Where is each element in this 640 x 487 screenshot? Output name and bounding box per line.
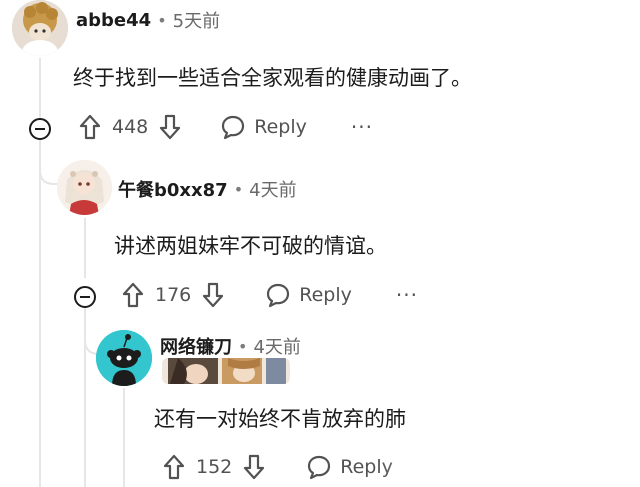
vote-count: 152 [196, 456, 233, 478]
thread-line[interactable] [123, 388, 125, 487]
meta-separator: • [238, 336, 248, 356]
timestamp[interactable]: 4天前 [249, 176, 296, 202]
downvote-icon[interactable] [242, 454, 266, 480]
thread-line[interactable] [39, 58, 41, 118]
username[interactable]: 午餐b0xx87 [118, 176, 228, 202]
collapse-icon[interactable] [29, 118, 51, 140]
avatar[interactable] [96, 330, 152, 386]
collapse-icon[interactable] [74, 286, 96, 308]
comment-text: 讲述两姐妹牢不可破的情谊。 [114, 234, 387, 258]
snoo-avatar-icon [96, 330, 152, 386]
comment-text: 终于找到一些适合全家观看的健康动画了。 [73, 66, 472, 90]
timestamp[interactable]: 4天前 [253, 333, 300, 359]
more-icon[interactable]: ··· [396, 283, 418, 307]
username[interactable]: 网络镰刀 [160, 333, 232, 359]
avatar-image [12, 0, 68, 56]
upvote-icon[interactable] [78, 114, 102, 140]
avatar[interactable] [12, 0, 68, 56]
reply-icon [220, 114, 246, 140]
thread-line[interactable] [39, 142, 41, 487]
upvote-icon[interactable] [121, 282, 145, 308]
upvote-icon[interactable] [162, 454, 186, 480]
reply-label: Reply [299, 284, 352, 306]
downvote-icon[interactable] [158, 114, 182, 140]
thread-line[interactable] [84, 218, 86, 278]
comment-header: abbe44 • 5天前 [76, 7, 220, 33]
comment-header: 午餐b0xx87 • 4天前 [118, 176, 297, 202]
comment-actions: 152 Reply [162, 454, 393, 480]
reply-button[interactable]: Reply [220, 114, 307, 140]
user-flair-image [162, 358, 290, 384]
meta-separator: • [233, 179, 244, 199]
comment-text: 还有一对始终不肯放弃的肺 [154, 407, 406, 431]
vote-count: 176 [155, 284, 192, 306]
reply-icon [306, 454, 332, 480]
more-icon[interactable]: ··· [351, 115, 373, 139]
username[interactable]: abbe44 [76, 10, 151, 31]
reply-label: Reply [254, 116, 307, 138]
fade-overlay [380, 446, 640, 487]
reply-button[interactable]: Reply [265, 282, 352, 308]
vote-count: 448 [112, 116, 149, 138]
meta-separator: • [157, 10, 167, 30]
comment-actions: 176 Reply ··· [121, 282, 418, 308]
avatar[interactable] [57, 160, 112, 215]
timestamp[interactable]: 5天前 [173, 7, 220, 33]
comment-actions: 448 Reply ··· [78, 114, 373, 140]
avatar-image [57, 160, 112, 215]
comment-header: 网络镰刀 • 4天前 [160, 333, 301, 359]
comment-thread: abbe44 • 5天前 终于找到一些适合全家观看的健康动画了。 448 Rep… [0, 0, 640, 487]
downvote-icon[interactable] [201, 282, 225, 308]
reply-icon [265, 282, 291, 308]
